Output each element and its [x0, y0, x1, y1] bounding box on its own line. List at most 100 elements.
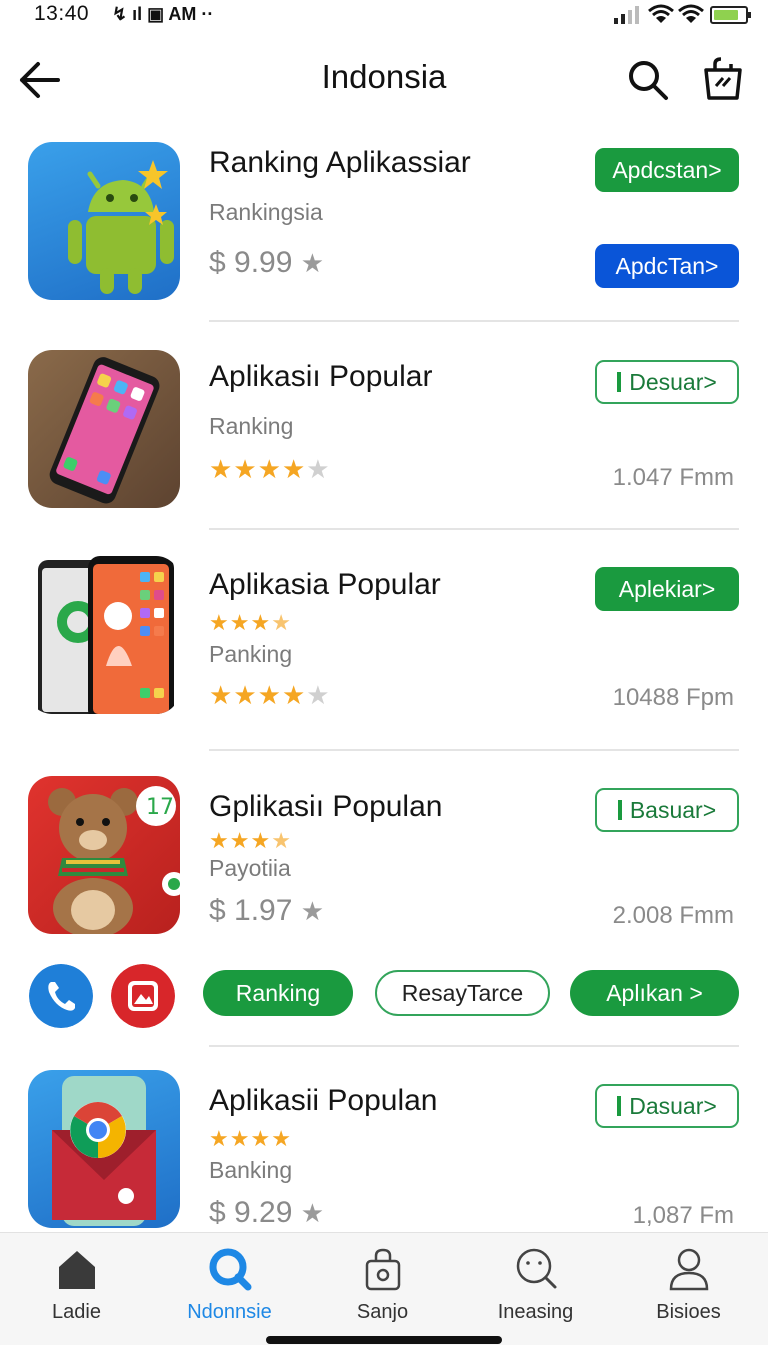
home-indicator[interactable] [266, 1336, 502, 1344]
list-item[interactable]: Aplikasii Populan ★★★★ Banking $ 9.29 ★ … [0, 1070, 768, 1230]
app-title: Aplikasiı Popular [209, 360, 433, 393]
signal-icon [614, 6, 639, 24]
price-value: $ 9.99 [209, 246, 293, 279]
chrome-app-icon[interactable] [28, 1070, 180, 1228]
phone-app-icon[interactable] [28, 350, 180, 508]
button-accent [617, 372, 622, 392]
list-item[interactable]: Ranking Aplikassiar Rankingsia $ 9.99 ★ … [0, 142, 768, 322]
list-item[interactable]: Aplikasia Popular ★★★★ Panking ★★★★★ Apl… [0, 556, 768, 752]
divider [209, 528, 739, 530]
browser-icon [52, 1076, 156, 1226]
nav-item-home[interactable]: Ladie [0, 1233, 153, 1333]
price-value: $ 1.97 [209, 894, 293, 927]
ranking-chip[interactable]: Ranking [203, 970, 353, 1016]
nav-item-bag[interactable]: Sanjo [306, 1233, 459, 1333]
rating-stars: ★★★★★ [209, 680, 331, 711]
star-icon: ★ [300, 1198, 325, 1228]
star-icon: ★ [281, 454, 307, 484]
open-button[interactable]: ApdcTan> [595, 244, 739, 288]
divider [209, 1045, 739, 1047]
nav-item-search[interactable]: Ndonnsie [153, 1233, 306, 1333]
phone-icon[interactable] [29, 964, 93, 1028]
android-robot-icon [68, 160, 174, 294]
home-icon [58, 1251, 95, 1289]
list-item[interactable]: 17 Gplikasiı Populan ★★★★ Payotiia $ 1.9… [0, 776, 768, 936]
star-icon: ★ [209, 828, 230, 853]
status-right [614, 4, 754, 26]
android-app-icon[interactable] [28, 142, 180, 300]
smartphone-icon [49, 357, 160, 504]
shopping-bag-icon[interactable] [700, 56, 746, 102]
app-title: Ranking Aplikassiar [209, 146, 471, 179]
star-icon: ★ [271, 828, 292, 853]
nav-label: Ladie [52, 1301, 101, 1323]
button-accent [617, 800, 622, 820]
star-icon: ★ [229, 828, 251, 853]
bottom-nav: Ladie Ndonnsie Sanjo Ineasing Bisioes [0, 1232, 768, 1345]
app-price: $ 9.99 ★ [209, 246, 324, 280]
star-icon: ★ [229, 1126, 251, 1151]
nav-label: Sanjo [356, 1301, 409, 1323]
download-count: 1.047 Fmm [612, 464, 734, 491]
star-icon: ★ [257, 680, 282, 710]
download-button-label: Basuar> [629, 796, 717, 823]
battery-icon [710, 6, 751, 24]
download-count: 10488 Fpm [612, 684, 734, 711]
svg-text:17: 17 [146, 795, 174, 820]
app-subtitle: Panking [209, 641, 293, 667]
teddy-bear-app-icon[interactable]: 17 [28, 776, 180, 934]
person-icon [669, 1248, 708, 1291]
install-button[interactable]: Aplekiar> [595, 567, 739, 611]
app-title: Gplikasiı Populan [209, 790, 443, 823]
star-icon: ★ [250, 1126, 272, 1151]
dual-smartphone-icon [38, 556, 174, 714]
nav-item-ineasing[interactable]: Ineasing [459, 1233, 612, 1333]
download-button[interactable]: Basuar> [595, 788, 739, 832]
app-subtitle: Rankingsia [209, 199, 323, 225]
divider [209, 320, 739, 322]
header: Indonsia [0, 40, 768, 120]
star-icon: ★ [306, 680, 331, 710]
star-icon: ★ [300, 248, 325, 278]
nav-label: Ndonnsie [187, 1301, 272, 1323]
search-icon [209, 1248, 251, 1291]
app-price: $ 9.29 ★ [209, 1196, 324, 1230]
app-subtitle: Ranking [209, 413, 294, 439]
teddy-bear-icon: 17 [48, 786, 180, 934]
star-icon: ★ [271, 610, 292, 635]
price-value: $ 9.29 [209, 1196, 293, 1229]
install-button[interactable]: Apdcstan> [595, 148, 739, 192]
search-face-icon [516, 1248, 556, 1289]
quick-actions-row: Ranking ResayTarce Aplıkan > [0, 962, 768, 1028]
status-bar: 13:40 ↯ ıl ▣ AM ·· [0, 0, 768, 30]
wifi-icon-2 [678, 4, 704, 23]
star-icon: ★ [209, 680, 234, 710]
download-button[interactable]: Dasuar> [595, 1084, 739, 1128]
star-icon: ★ [271, 1126, 292, 1151]
bag-icon [365, 1248, 400, 1291]
app-title: Aplikasia Popular [209, 568, 441, 601]
gallery-icon[interactable] [111, 964, 175, 1028]
wifi-icon [648, 4, 674, 23]
app-price: $ 1.97 ★ [209, 894, 324, 928]
nav-label: Bisioes [656, 1301, 721, 1323]
star-icon: ★ [233, 454, 258, 484]
star-icon: ★ [233, 680, 258, 710]
star-icon: ★ [257, 454, 282, 484]
aplikan-chip[interactable]: Aplıkan > [570, 970, 739, 1016]
app-title: Aplikasii Populan [209, 1084, 438, 1117]
list-item[interactable]: Aplikasiı Popular Ranking ★★★★★ Desuar> … [0, 350, 768, 530]
star-icon: ★ [300, 896, 325, 926]
rating-stars: ★★★★★ [209, 454, 331, 485]
search-icon[interactable] [626, 58, 670, 102]
download-button[interactable]: Desuar> [595, 360, 739, 404]
resay-chip[interactable]: ResayTarce [375, 970, 550, 1016]
star-icon: ★ [281, 680, 307, 710]
star-icon: ★ [229, 610, 251, 635]
rating-stars-small: ★★★★ [209, 610, 292, 636]
download-button-label: Dasuar> [629, 1092, 717, 1119]
dual-phone-app-icon[interactable] [28, 556, 180, 714]
nav-item-profile[interactable]: Bisioes [612, 1233, 765, 1333]
star-icon: ★ [209, 610, 230, 635]
status-left-icons: ↯ ıl ▣ AM ·· [112, 4, 214, 24]
